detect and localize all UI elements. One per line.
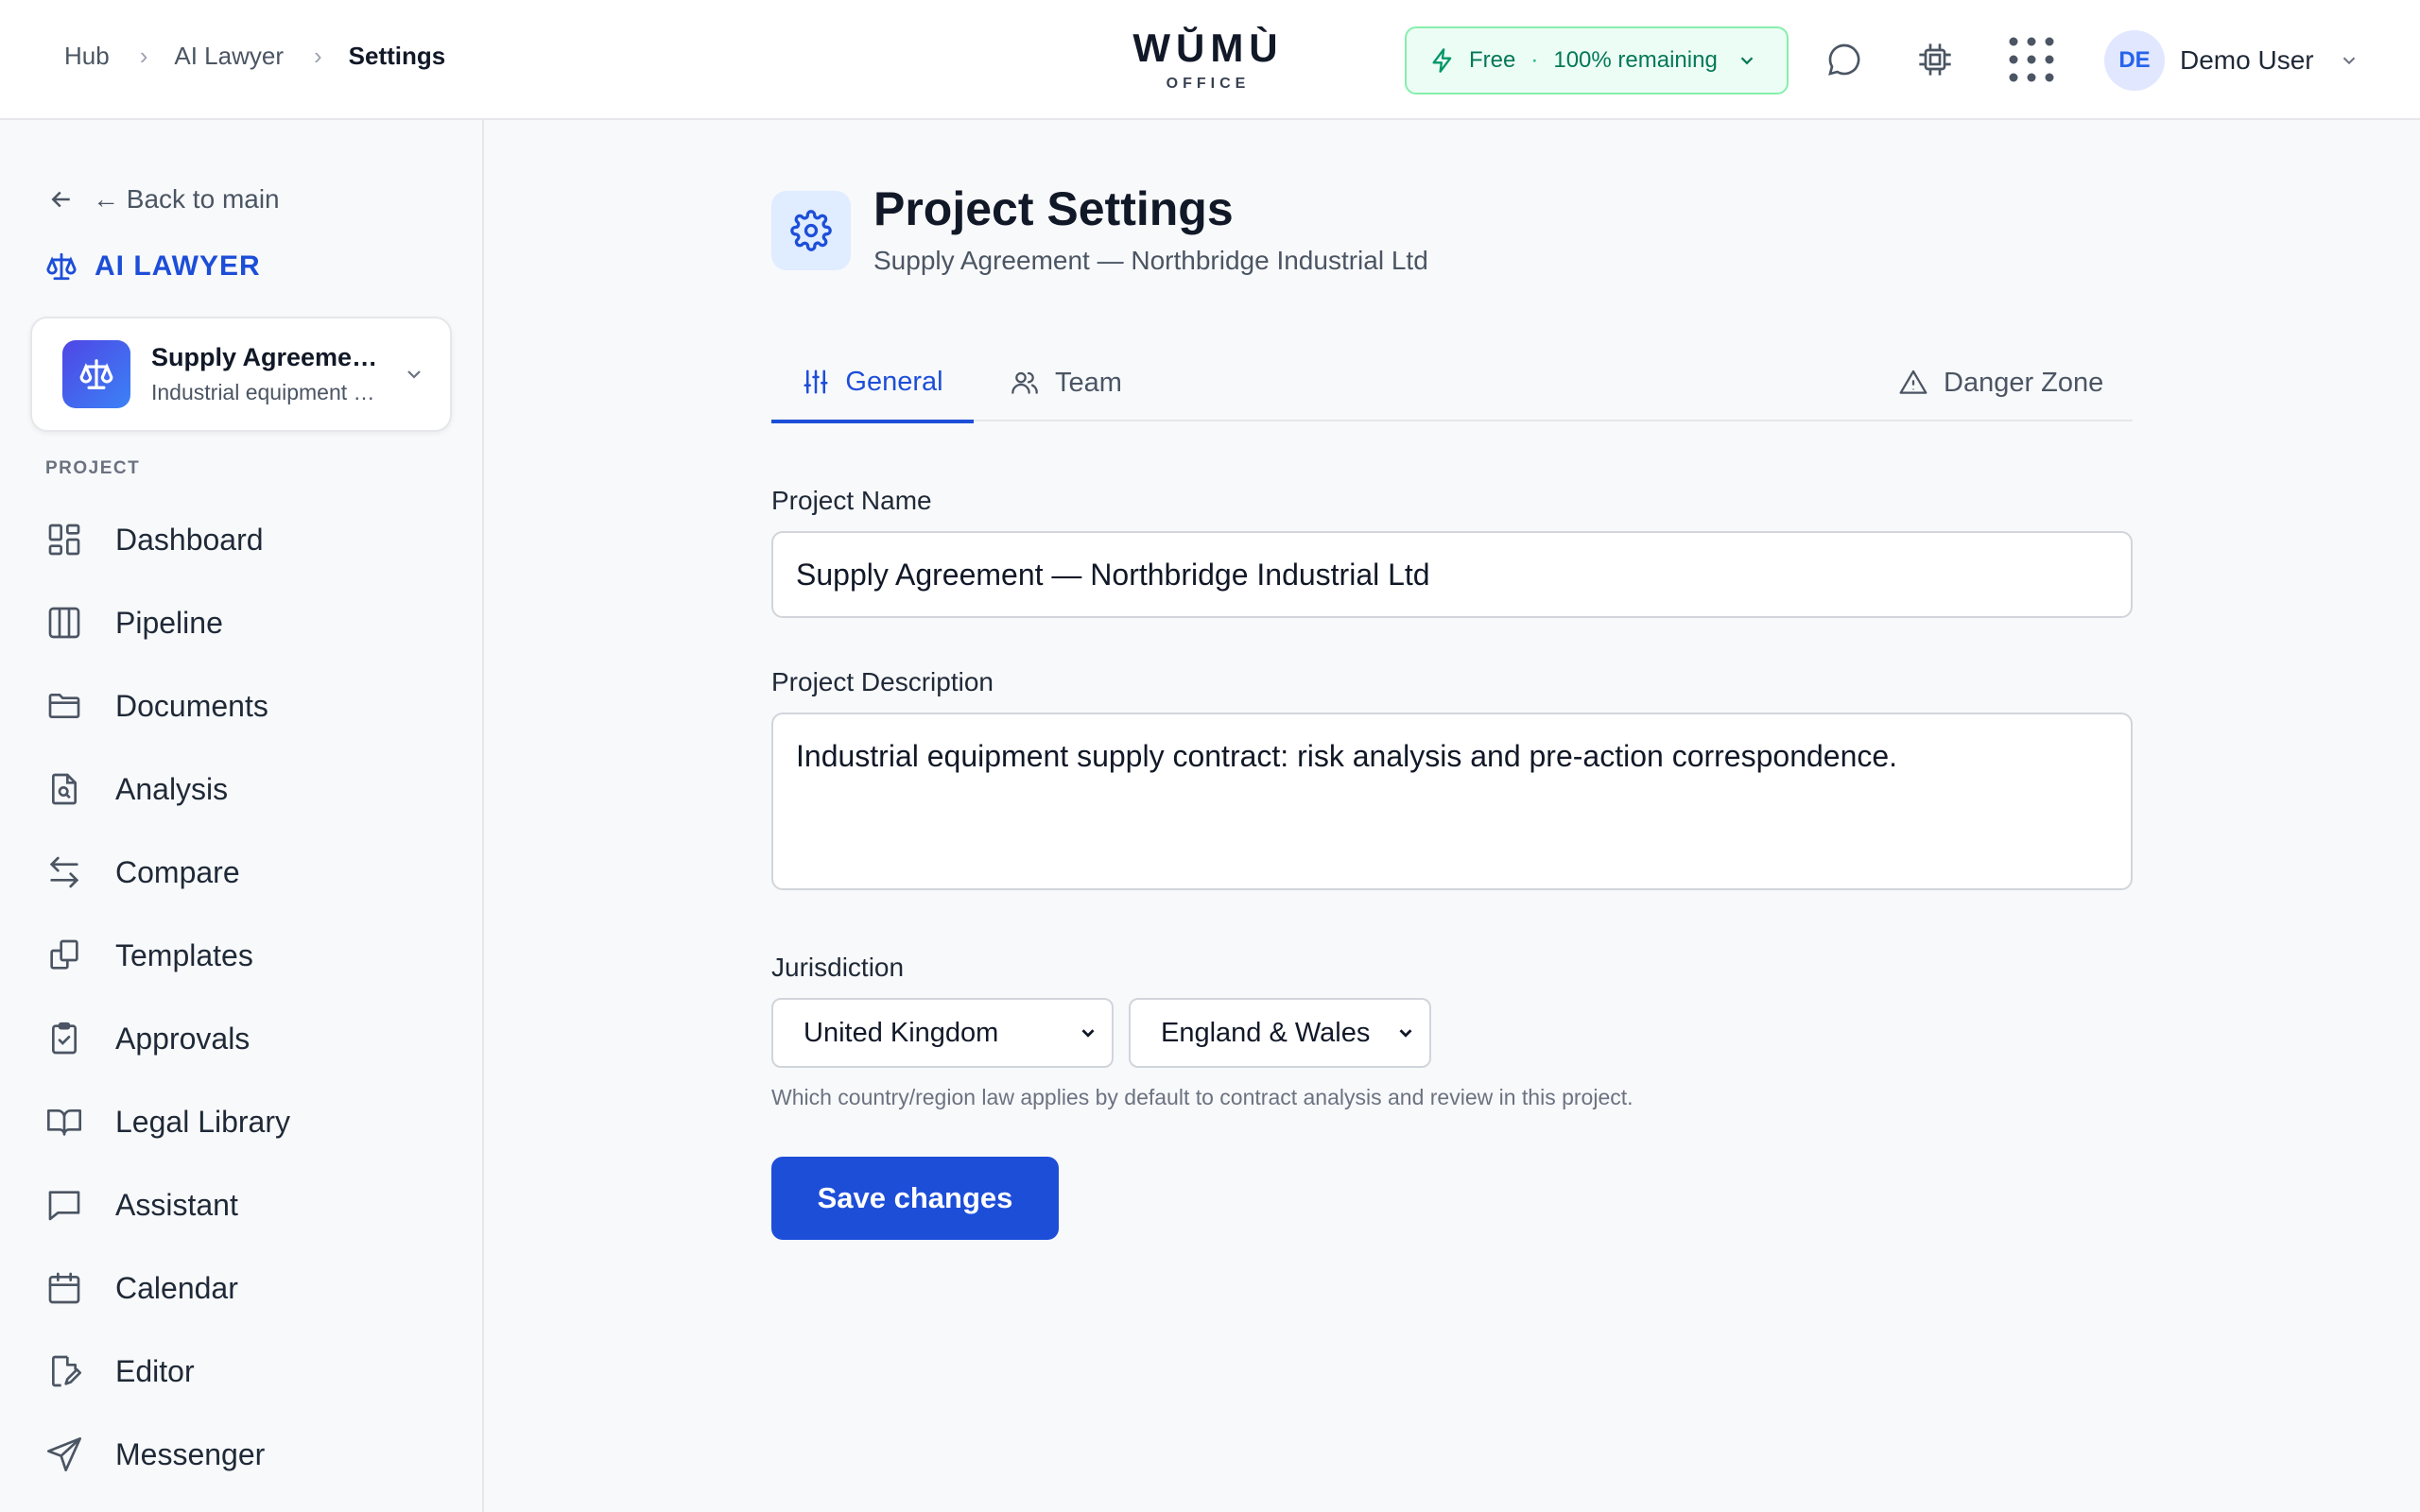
sidebar-item-editor[interactable]: Editor <box>45 1330 290 1413</box>
clipboard-check-icon <box>52 1022 77 1055</box>
breadcrumb-ai-lawyer[interactable]: AI Lawyer <box>174 42 284 71</box>
tab-label: General <box>845 366 943 397</box>
tab-danger-zone[interactable]: Danger Zone <box>1898 344 2103 421</box>
logo-subtitle: OFFICE <box>1166 76 1251 92</box>
scales-icon <box>62 340 130 408</box>
settings-gear-icon <box>771 191 851 270</box>
sidebar-item-label: Assistant <box>115 1187 238 1222</box>
sidebar-item-calendar[interactable]: Calendar <box>45 1246 290 1330</box>
app-section-title: AI LAWYER <box>45 250 261 283</box>
pipeline-icon <box>48 607 80 639</box>
sidebar-item-documents[interactable]: Documents <box>45 664 290 747</box>
chevron-down-icon <box>407 370 421 379</box>
page-title: Project Settings <box>873 182 1234 235</box>
book-icon <box>47 1109 81 1136</box>
sliders-icon <box>804 369 828 394</box>
jurisdiction-label: Jurisdiction <box>771 953 905 982</box>
region-select[interactable]: England & Wales <box>1129 998 1431 1068</box>
project-description-textarea[interactable]: Industrial equipment supply contract: ri… <box>771 713 2133 890</box>
sidebar-item-label: Legal Library <box>115 1104 290 1139</box>
plan-remaining: 100% remaining <box>1553 47 1718 73</box>
country-value: United Kingdom <box>804 1017 999 1048</box>
chevron-down-icon <box>1740 57 1754 65</box>
app-logo[interactable]: WŬMÙ OFFICE <box>1132 26 1284 93</box>
document-search-icon <box>52 773 77 805</box>
tab-general[interactable]: General <box>771 344 974 423</box>
sidebar-item-templates[interactable]: Templates <box>45 914 290 997</box>
compare-arrows-icon <box>49 856 79 888</box>
chevron-down-icon <box>2342 57 2355 65</box>
back-to-main-link[interactable]: ← Back to main <box>47 184 280 215</box>
sidebar-item-label: Templates <box>115 937 253 972</box>
sidebar-item-label: Messenger <box>115 1436 266 1471</box>
user-menu[interactable]: DE Demo User <box>2104 30 2360 91</box>
dashboard-icon <box>48 524 80 556</box>
sidebar-item-analysis[interactable]: Analysis <box>45 747 290 831</box>
save-changes-button[interactable]: Save changes <box>771 1157 1059 1240</box>
cpu-chip-icon[interactable] <box>1913 38 1957 81</box>
sidebar-item-dashboard[interactable]: Dashboard <box>45 498 290 581</box>
arrow-left-icon <box>51 191 70 208</box>
logo-word: WŬMÙ <box>1132 26 1284 70</box>
tab-label: Danger Zone <box>1944 367 2104 398</box>
project-name-input[interactable] <box>771 531 2133 618</box>
sidebar-item-label: Analysis <box>115 771 229 806</box>
page-subtitle: Supply Agreement — Northbridge Industria… <box>873 246 1428 275</box>
country-select[interactable]: United Kingdom <box>771 998 1114 1068</box>
tab-label: Team <box>1055 367 1122 398</box>
section-label: PROJECT <box>45 458 141 478</box>
sidebar: ← Back to main AI LAWYER Supply Agreemen… <box>0 120 484 1512</box>
tab-team[interactable]: Team <box>1010 344 1122 421</box>
chevron-right-icon: › <box>313 42 322 70</box>
sidebar-item-label: Approvals <box>115 1021 251 1056</box>
project-name: Supply Agreement — Northbridge Industria… <box>151 343 378 371</box>
sidebar-item-approvals[interactable]: Approvals <box>45 997 290 1080</box>
project-description-label: Project Description <box>771 667 994 696</box>
users-icon <box>1011 371 1038 394</box>
warning-triangle-icon <box>1899 369 1927 394</box>
calendar-icon <box>48 1272 80 1304</box>
jurisdiction-hint: Which country/region law applies by defa… <box>771 1085 1634 1109</box>
lightning-icon <box>1432 48 1452 73</box>
avatar: DE <box>2104 30 2165 91</box>
send-icon <box>47 1437 81 1471</box>
breadcrumb-settings: Settings <box>348 42 446 70</box>
chat-bubble-icon[interactable] <box>1823 38 1866 81</box>
sidebar-item-label: Dashboard <box>115 522 264 557</box>
plan-name: Free <box>1469 47 1516 73</box>
sidebar-item-messenger[interactable]: Messenger <box>45 1413 290 1496</box>
back-label: ← Back to main <box>93 184 280 214</box>
chevron-down-icon <box>1081 1029 1095 1038</box>
region-value: England & Wales <box>1161 1017 1371 1048</box>
sidebar-nav: Dashboard Pipeline Documents Analysis Co… <box>45 498 290 1496</box>
app-title-label: AI LAWYER <box>95 250 261 282</box>
sidebar-item-assistant[interactable]: Assistant <box>45 1163 290 1246</box>
plan-status-button[interactable]: Free · 100% remaining <box>1405 26 1789 94</box>
apps-grid-icon[interactable] <box>2008 36 2055 83</box>
sidebar-item-label: Editor <box>115 1353 195 1388</box>
scales-icon <box>46 252 77 281</box>
chevron-down-icon <box>1399 1029 1412 1038</box>
templates-icon <box>50 939 78 970</box>
breadcrumb-hub[interactable]: Hub <box>64 42 110 71</box>
sidebar-item-legal-library[interactable]: Legal Library <box>45 1080 290 1163</box>
edit-document-icon <box>52 1355 81 1387</box>
top-header: Hub › AI Lawyer › Settings WŬMÙ OFFICE F… <box>0 0 2420 120</box>
sidebar-item-pipeline[interactable]: Pipeline <box>45 581 290 664</box>
project-subtitle: Industrial equipment supply contract <box>151 380 378 404</box>
chat-icon <box>48 1191 80 1221</box>
folder-icon <box>48 694 80 718</box>
chevron-right-icon: › <box>139 42 148 70</box>
project-name-label: Project Name <box>771 486 932 515</box>
sidebar-item-compare[interactable]: Compare <box>45 831 290 914</box>
settings-tabs: General Team Danger Zone <box>771 344 2133 423</box>
sidebar-item-label: Calendar <box>115 1270 238 1305</box>
project-switcher[interactable]: Supply Agreement — Northbridge Industria… <box>30 317 452 432</box>
breadcrumb: Hub › AI Lawyer › Settings <box>64 42 445 71</box>
sidebar-item-label: Pipeline <box>115 605 223 640</box>
user-name: Demo User <box>2180 45 2314 75</box>
sidebar-item-label: Documents <box>115 688 268 723</box>
sidebar-item-label: Compare <box>115 854 240 889</box>
